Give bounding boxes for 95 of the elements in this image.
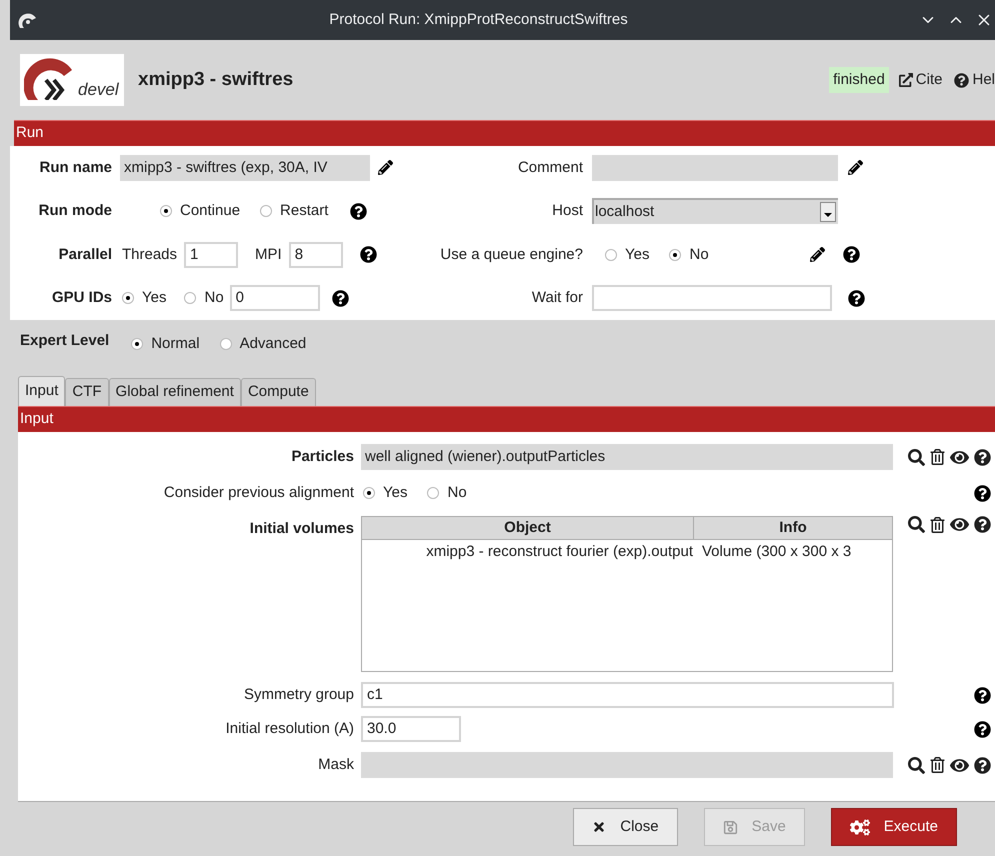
field-label: Symmetry group bbox=[242, 684, 354, 705]
pointer-field[interactable] bbox=[361, 752, 893, 778]
column-header[interactable]: Object bbox=[362, 517, 694, 539]
tab[interactable]: Global refinement bbox=[108, 378, 241, 406]
logo-text: devel bbox=[78, 81, 119, 98]
tab[interactable]: CTF bbox=[65, 378, 109, 406]
radio-option[interactable]: Yes bbox=[122, 287, 166, 310]
window-title: Protocol Run: XmippProtReconstructSwiftres bbox=[328, 10, 629, 30]
help-icon[interactable] bbox=[974, 756, 991, 774]
table-cell-text: Volume (300 x 300 x 3 bbox=[701, 542, 852, 562]
tab[interactable]: Input bbox=[18, 376, 66, 406]
mpi-label: MPI bbox=[255, 244, 282, 264]
eye-icon[interactable] bbox=[950, 756, 969, 774]
radio-option[interactable]: Restart bbox=[260, 200, 328, 222]
help-icon[interactable] bbox=[974, 720, 991, 738]
help-link[interactable]: Hel bbox=[954, 68, 995, 92]
radio-button[interactable] bbox=[131, 338, 144, 350]
radio-option[interactable]: Yes bbox=[605, 244, 650, 266]
radio-option[interactable]: Continue bbox=[160, 200, 240, 222]
close-button[interactable]: Close bbox=[573, 808, 678, 846]
eye-icon[interactable] bbox=[950, 516, 969, 533]
field-label: Particles bbox=[290, 446, 354, 467]
radio-button[interactable] bbox=[184, 292, 196, 304]
external-link-icon bbox=[898, 73, 913, 87]
radio-option[interactable]: Normal bbox=[131, 332, 200, 356]
help-icon[interactable] bbox=[974, 484, 991, 502]
field-label: Wait for bbox=[530, 288, 583, 308]
pointer-field[interactable]: well aligned (wiener).outputParticles bbox=[361, 444, 893, 470]
pencil-icon[interactable] bbox=[810, 247, 825, 262]
search-icon[interactable] bbox=[908, 448, 925, 466]
field-label: Initial resolution (A) bbox=[224, 718, 354, 739]
field-label: Consider previous alignment bbox=[162, 482, 354, 503]
text-field[interactable]: 30.0 bbox=[361, 716, 461, 742]
radio-option[interactable]: No bbox=[184, 287, 224, 310]
help-icon[interactable] bbox=[332, 290, 349, 307]
radio-option[interactable]: Advanced bbox=[220, 332, 306, 356]
radio-option[interactable]: No bbox=[669, 244, 709, 266]
status-badge: finished bbox=[829, 66, 889, 94]
help-icon[interactable] bbox=[974, 448, 991, 466]
field-label: Run name bbox=[38, 158, 112, 178]
column-header[interactable]: Info bbox=[694, 517, 892, 539]
radio-button[interactable] bbox=[669, 248, 682, 261]
host-dropdown[interactable]: localhost bbox=[592, 198, 838, 224]
radio-button[interactable] bbox=[363, 487, 375, 499]
section-bar: Input bbox=[18, 406, 995, 432]
save-icon bbox=[722, 820, 738, 834]
field-label: Run mode bbox=[38, 201, 112, 221]
text-field[interactable]: c1 bbox=[361, 682, 894, 708]
mpi-field[interactable]: 8 bbox=[288, 242, 343, 268]
section-bar: Run bbox=[14, 120, 995, 146]
field-label: Use a queue engine? bbox=[439, 244, 583, 264]
eye-icon[interactable] bbox=[950, 448, 969, 466]
help-icon[interactable] bbox=[350, 202, 368, 220]
field-label: GPU IDs bbox=[50, 288, 112, 308]
help-icon[interactable] bbox=[974, 516, 991, 533]
tab[interactable]: Compute bbox=[240, 378, 316, 406]
field-label: Initial volumes bbox=[248, 519, 354, 539]
expert-level-label: Expert Level bbox=[20, 330, 110, 351]
radio-option[interactable]: No bbox=[427, 482, 467, 504]
threads-label: Threads bbox=[122, 244, 178, 264]
program-title: xmipp3 - swiftres bbox=[138, 68, 294, 92]
radio-button[interactable] bbox=[122, 292, 134, 304]
radio-button[interactable] bbox=[160, 205, 172, 218]
help-icon[interactable] bbox=[974, 686, 991, 704]
threads-field[interactable]: 1 bbox=[184, 242, 238, 268]
table-cell-text: xmipp3 - reconstruct fourier (exp).output bbox=[425, 542, 694, 562]
help-icon[interactable] bbox=[360, 246, 377, 264]
help-icon[interactable] bbox=[843, 246, 860, 264]
field-label: Mask bbox=[317, 754, 354, 775]
close-icon bbox=[592, 820, 606, 834]
field-label: Host bbox=[551, 201, 583, 221]
trash-icon[interactable] bbox=[930, 449, 945, 465]
run-name-field[interactable]: xmipp3 - swiftres (exp, 30A, IV bbox=[120, 154, 370, 181]
help-icon bbox=[954, 72, 970, 88]
help-icon[interactable] bbox=[848, 290, 865, 307]
radio-button[interactable] bbox=[260, 205, 272, 218]
field-label: Parallel bbox=[58, 244, 112, 264]
trash-icon[interactable] bbox=[930, 757, 945, 773]
gpu-ids-field[interactable]: 0 bbox=[230, 285, 320, 312]
cite-link[interactable]: Cite bbox=[898, 68, 942, 92]
trash-icon[interactable] bbox=[930, 516, 945, 532]
search-icon[interactable] bbox=[908, 756, 925, 774]
wait-for-field[interactable] bbox=[592, 285, 832, 312]
execute-button[interactable]: Execute bbox=[830, 808, 957, 846]
gears-icon bbox=[850, 818, 870, 836]
radio-button[interactable] bbox=[427, 487, 440, 499]
search-icon[interactable] bbox=[908, 516, 925, 533]
radio-option[interactable]: Yes bbox=[363, 482, 408, 504]
comment-field[interactable] bbox=[592, 154, 838, 181]
field-label: Comment bbox=[516, 158, 583, 178]
radio-button[interactable] bbox=[220, 338, 232, 350]
pencil-icon[interactable] bbox=[848, 160, 863, 176]
table-row[interactable]: xmipp3 - reconstruct fourier (exp).output Volume (300 x 300 x 3 bbox=[362, 540, 892, 564]
radio-button[interactable] bbox=[605, 248, 617, 261]
pencil-icon[interactable] bbox=[378, 160, 393, 176]
